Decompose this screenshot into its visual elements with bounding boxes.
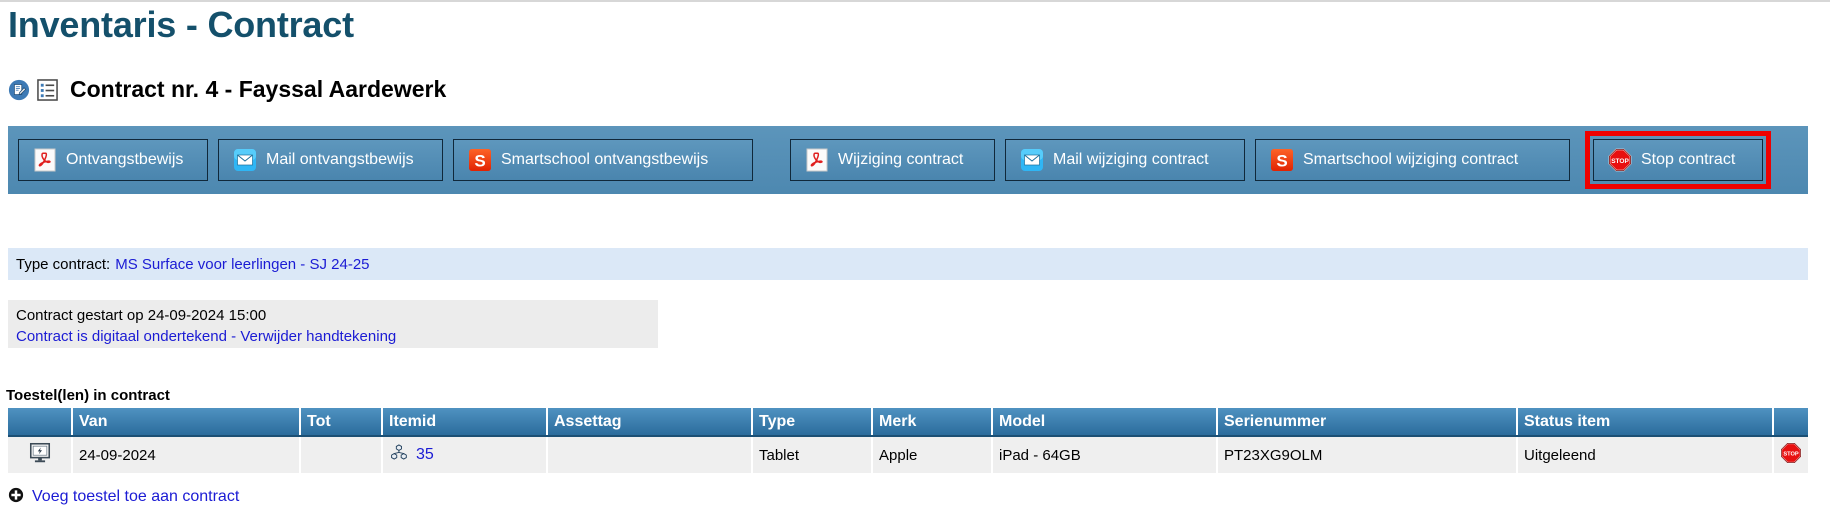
- contract-started-text: Contract gestart op 24-09-2024 15:00: [16, 307, 267, 324]
- column-header-type[interactable]: Type: [752, 408, 873, 437]
- cell-device-icon[interactable]: [8, 436, 73, 473]
- column-header-model[interactable]: Model: [992, 408, 1218, 437]
- monitor-icon[interactable]: [28, 442, 52, 469]
- itemid-wrapper: 35: [389, 443, 540, 467]
- column-header-itemid[interactable]: Itemid: [382, 408, 548, 437]
- button-label: Ontvangstbewijs: [66, 151, 184, 168]
- devices-section-label: Toestel(len) in contract: [6, 387, 170, 404]
- mail-icon: [233, 148, 257, 172]
- cell-status-item: Uitgeleend: [1517, 436, 1774, 473]
- pdf-icon: [805, 148, 829, 172]
- type-contract-link[interactable]: MS Surface voor leerlingen - SJ 24-25: [115, 256, 369, 273]
- add-device-link[interactable]: Voeg toestel toe aan contract: [32, 488, 239, 506]
- contract-signature-row: Contract is digitaal ondertekend - Verwi…: [16, 326, 650, 347]
- cell-itemid: 35: [382, 436, 548, 473]
- button-mail-ontvangstbewijs[interactable]: Mail ontvangstbewijs: [218, 139, 443, 181]
- plus-circle-icon[interactable]: [8, 487, 24, 507]
- svg-text:STOP: STOP: [1611, 158, 1629, 165]
- list-document-icon[interactable]: [37, 78, 58, 101]
- button-label: Smartschool wijziging contract: [1303, 151, 1519, 168]
- cell-row-action[interactable]: STOP: [1773, 436, 1808, 473]
- svg-text:STOP: STOP: [1783, 452, 1799, 458]
- column-header-assettag[interactable]: Assettag: [547, 408, 753, 437]
- column-header-van[interactable]: Van: [72, 408, 301, 437]
- column-header-tot[interactable]: Tot: [300, 408, 383, 437]
- button-label: Mail wijziging contract: [1053, 151, 1209, 168]
- contract-title: Contract nr. 4 - Fayssal Aardewerk: [70, 76, 447, 102]
- button-label: Mail ontvangstbewijs: [266, 151, 414, 168]
- button-stop-contract[interactable]: STOP Stop contract: [1585, 131, 1771, 189]
- button-ontvangstbewijs[interactable]: Ontvangstbewijs: [18, 139, 208, 181]
- mail-icon: [1020, 148, 1044, 172]
- smartschool-icon: S: [468, 148, 492, 172]
- add-device-row: Voeg toestel toe aan contract: [8, 487, 239, 507]
- page-root: Inventaris - Contract Contract nr. 4 - F…: [0, 0, 1830, 521]
- table-row: 24-09-2024 35 Tablet Apple iPad - 64GB P…: [8, 436, 1808, 473]
- cell-van: 24-09-2024: [72, 436, 301, 473]
- button-mail-wijziging-contract[interactable]: Mail wijziging contract: [1005, 139, 1245, 181]
- type-contract-label: Type contract:: [16, 255, 111, 273]
- signed-text: Contract is digitaal ondertekend: [16, 328, 227, 345]
- column-header-merk[interactable]: Merk: [872, 408, 993, 437]
- button-wijziging-contract[interactable]: Wijziging contract: [790, 139, 995, 181]
- contract-status-band: Contract gestart op 24-09-2024 15:00 Con…: [8, 300, 658, 348]
- column-header-status-item[interactable]: Status item: [1517, 408, 1774, 437]
- page-title: Inventaris - Contract: [8, 4, 354, 45]
- cluster-icon[interactable]: [389, 443, 409, 467]
- cell-tot: [300, 436, 383, 473]
- smartschool-icon: S: [1270, 148, 1294, 172]
- cell-type: Tablet: [752, 436, 873, 473]
- devices-table: Van Tot Itemid Assettag Type Merk Model …: [8, 408, 1808, 473]
- cell-assettag: [547, 436, 753, 473]
- pdf-icon: [33, 148, 57, 172]
- itemid-value[interactable]: 35: [416, 446, 434, 464]
- action-toolbar: Ontvangstbewijs Mail ontvangstbewijs S S…: [8, 126, 1808, 194]
- stop-icon: STOP: [1608, 148, 1632, 172]
- button-smartschool-ontvangstbewijs[interactable]: S Smartschool ontvangstbewijs: [453, 139, 753, 181]
- button-label: Wijziging contract: [838, 151, 964, 168]
- cell-merk: Apple: [872, 436, 993, 473]
- type-contract-band: Type contract: MS Surface voor leerlinge…: [8, 248, 1808, 280]
- button-smartschool-wijziging-contract[interactable]: S Smartschool wijziging contract: [1255, 139, 1570, 181]
- svg-text:S: S: [474, 152, 485, 171]
- column-header-serienummer[interactable]: Serienummer: [1217, 408, 1518, 437]
- top-divider: [0, 0, 1830, 2]
- column-header-icon[interactable]: [8, 408, 73, 437]
- cell-model: iPad - 64GB: [992, 436, 1218, 473]
- separator: -: [226, 328, 241, 345]
- button-label: Stop contract: [1641, 151, 1736, 168]
- svg-text:S: S: [1276, 152, 1287, 171]
- cell-serienummer: PT23XG9OLM: [1217, 436, 1518, 473]
- table-header-row: Van Tot Itemid Assettag Type Merk Model …: [8, 408, 1808, 437]
- column-header-actions: [1773, 408, 1808, 437]
- button-label: Smartschool ontvangstbewijs: [501, 151, 709, 168]
- edit-document-icon[interactable]: [8, 79, 30, 101]
- remove-signature-link[interactable]: Verwijder handtekening: [240, 328, 396, 345]
- contract-heading: Contract nr. 4 - Fayssal Aardewerk: [8, 76, 446, 103]
- stop-icon[interactable]: STOP: [1780, 442, 1802, 468]
